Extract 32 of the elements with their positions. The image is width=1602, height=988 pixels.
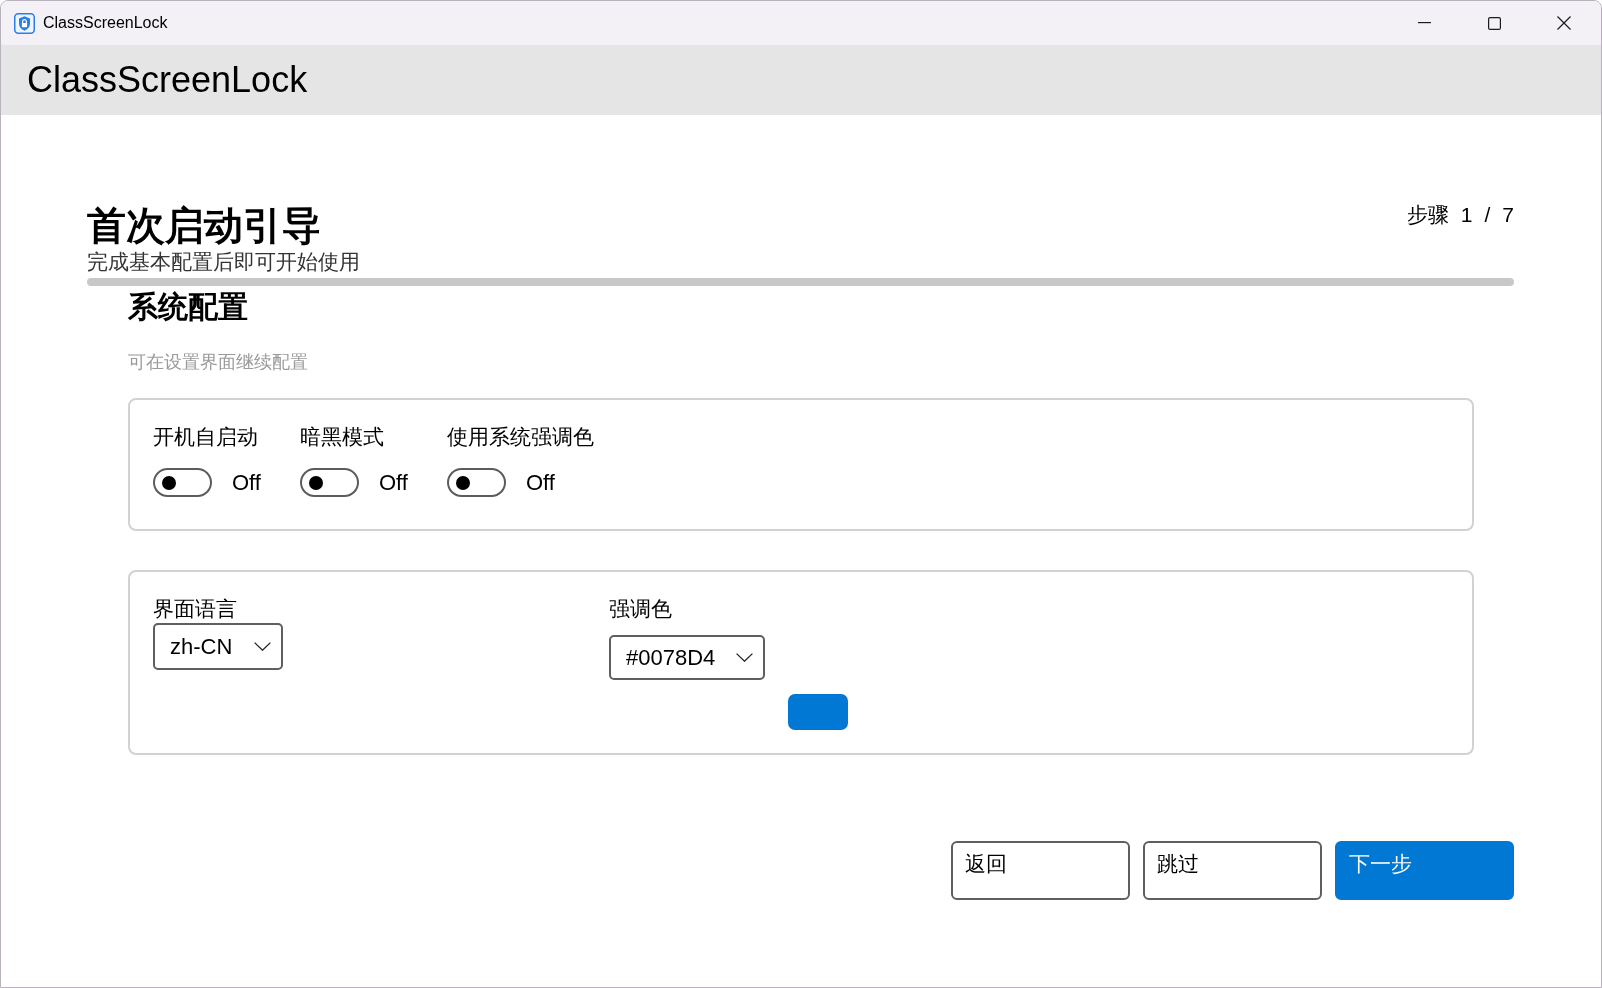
- wizard-subtitle: 完成基本配置后即可开始使用: [87, 249, 360, 275]
- nav-button[interactable]: 返回: [951, 841, 1130, 900]
- step-current: 1: [1460, 203, 1473, 227]
- padlock-icon: [14, 12, 35, 34]
- window-title: ClassScreenLock: [43, 14, 168, 32]
- toggle-state: Off: [526, 469, 555, 496]
- step-total: 7: [1502, 203, 1514, 227]
- wizard-title: 首次启动引导: [87, 203, 321, 249]
- step-separator: /: [1484, 203, 1491, 227]
- accent-dropdown[interactable]: #0078D4: [609, 635, 765, 680]
- section-title: 系统配置: [128, 290, 248, 324]
- toggle-switch[interactable]: [300, 468, 359, 497]
- language-label: 界面语言: [153, 596, 237, 621]
- section-hint: 可在设置界面继续配置: [128, 351, 308, 373]
- close-icon: [1557, 16, 1571, 30]
- accent-label: 强调色: [609, 596, 672, 621]
- app-title: ClassScreenLock: [27, 59, 308, 101]
- toggle-state: Off: [379, 469, 408, 496]
- step-label: 步骤: [1406, 203, 1449, 227]
- language-dropdown[interactable]: zh-CN: [153, 623, 283, 670]
- toggle-label: 使用系统强调色: [447, 425, 594, 449]
- toggle-label: 开机自启动: [153, 425, 258, 449]
- chevron-down-icon: [254, 642, 271, 651]
- toggle-switch[interactable]: [153, 468, 212, 497]
- toggle-label: 暗黑模式: [300, 425, 384, 449]
- minimize-icon: [1417, 22, 1431, 24]
- nav-button[interactable]: 下一步: [1335, 841, 1514, 900]
- maximize-icon: [1487, 16, 1501, 30]
- toggle-state: Off: [232, 469, 261, 496]
- toggle-switch[interactable]: [447, 468, 506, 497]
- nav-button[interactable]: 跳过: [1143, 841, 1322, 900]
- chevron-down-icon: [736, 653, 753, 662]
